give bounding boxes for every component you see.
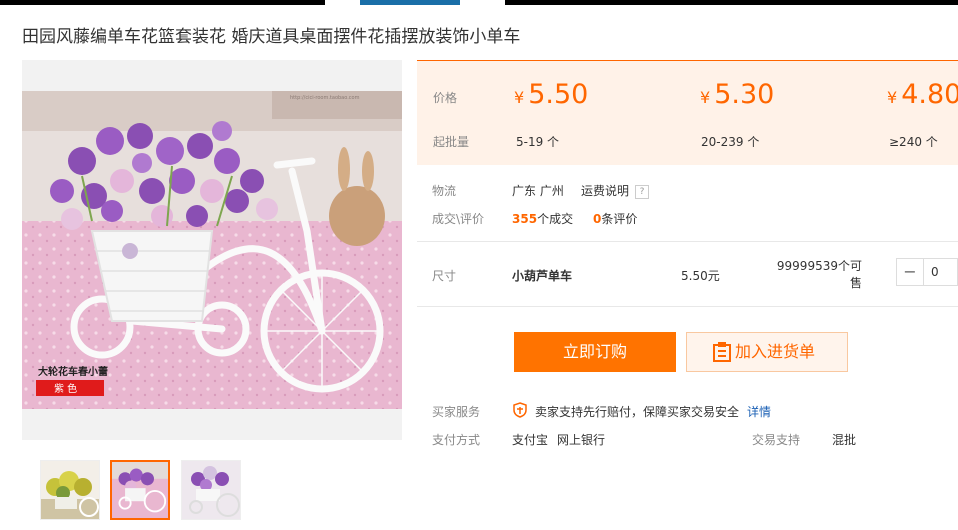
thumbnail-2[interactable] bbox=[110, 460, 170, 520]
quantity-stepper[interactable]: − 0 bbox=[896, 258, 958, 286]
thumbnail-yellow-flower-image bbox=[41, 461, 99, 519]
price-tier-3: ¥4.80 bbox=[887, 79, 958, 110]
decrease-button[interactable]: − bbox=[897, 259, 924, 285]
thumbnail-purple-flower-image bbox=[112, 462, 168, 518]
divider bbox=[417, 241, 958, 242]
trade-support-value: 混批 bbox=[832, 433, 857, 447]
price-tier-2: ¥5.30 bbox=[700, 79, 774, 110]
product-title: 田园风藤编单车花篮套装花 婚庆道具桌面摆件花插摆放装饰小单车 bbox=[22, 27, 521, 47]
image-caption-line1: 大轮花车春小蕾 bbox=[38, 365, 108, 378]
price-label: 价格 bbox=[433, 91, 458, 105]
thumbnail-purple-white-flower-image bbox=[182, 461, 240, 519]
sku-price: 5.50元 bbox=[681, 269, 720, 283]
image-caption-line2: 紫 色 bbox=[54, 382, 77, 395]
logistics-location: 广东 广州 bbox=[512, 184, 564, 198]
thumbnail-1[interactable] bbox=[40, 460, 100, 520]
price-value: 5.30 bbox=[714, 79, 775, 110]
flower-bicycle-photo: 大轮花车春小蕾 紫 色 http://cici-room.taobao.com bbox=[22, 91, 402, 409]
quantity-input[interactable]: 0 bbox=[931, 259, 939, 285]
payment-label: 支付方式 bbox=[432, 433, 481, 447]
main-product-image[interactable]: 大轮花车春小蕾 紫 色 http://cici-room.taobao.com bbox=[22, 60, 402, 440]
add-to-cart-label: 加入进货单 bbox=[735, 342, 816, 361]
top-nav-strip bbox=[0, 0, 958, 5]
deal-count: 355个成交 bbox=[512, 210, 573, 227]
price-value: 4.80 bbox=[901, 79, 958, 110]
deal-count-suffix: 个成交 bbox=[537, 212, 574, 226]
shipping-info[interactable]: 运费说明? bbox=[581, 182, 650, 199]
shield-icon bbox=[513, 402, 527, 418]
qty-range-tier-2: 20-239 个 bbox=[701, 135, 760, 149]
sku-stock: 99999539个可售 bbox=[776, 259, 862, 290]
payment-method-alipay: 支付宝 bbox=[512, 433, 549, 447]
trade-support-label: 交易支持 bbox=[752, 433, 801, 447]
deals-label: 成交\评价 bbox=[432, 212, 485, 226]
top-nav-tab-active[interactable] bbox=[360, 0, 460, 5]
clipboard-icon bbox=[713, 342, 731, 362]
order-now-button[interactable]: 立即订购 bbox=[514, 332, 676, 372]
price-tier-1: ¥5.50 bbox=[514, 79, 588, 110]
image-watermark: http://cici-room.taobao.com bbox=[290, 95, 360, 101]
currency-symbol: ¥ bbox=[700, 88, 711, 107]
payment-method-online-bank: 网上银行 bbox=[557, 433, 606, 447]
price-value: 5.50 bbox=[528, 79, 589, 110]
size-label: 尺寸 bbox=[432, 269, 457, 283]
qty-range-tier-1: 5-19 个 bbox=[516, 135, 560, 149]
currency-symbol: ¥ bbox=[514, 88, 525, 107]
currency-symbol: ¥ bbox=[887, 88, 898, 107]
sku-name: 小葫芦单车 bbox=[512, 269, 573, 283]
top-nav-bar-left bbox=[0, 0, 325, 5]
buyer-protection-text: 卖家支持先行赔付，保障买家交易安全 bbox=[535, 405, 740, 419]
buyer-services-label: 买家服务 bbox=[432, 405, 481, 419]
logistics-label: 物流 bbox=[432, 184, 457, 198]
shipping-info-link[interactable]: 运费说明 bbox=[581, 184, 629, 198]
help-icon[interactable]: ? bbox=[635, 184, 650, 199]
details-link[interactable]: 详情 bbox=[747, 403, 771, 420]
review-count[interactable]: 0条评价 bbox=[593, 210, 637, 227]
review-count-suffix: 条评价 bbox=[601, 212, 638, 226]
top-nav-bar-right bbox=[505, 0, 958, 5]
qty-range-tier-3: ≥240 个 bbox=[889, 135, 938, 149]
deal-count-number: 355 bbox=[512, 212, 538, 226]
divider bbox=[417, 306, 958, 307]
add-to-cart-button[interactable]: 加入进货单 bbox=[686, 332, 848, 372]
min-qty-label: 起批量 bbox=[433, 135, 470, 149]
price-panel: 价格 起批量 ¥5.50 ¥5.30 ¥4.80 5-19 个 20-239 个… bbox=[417, 60, 958, 165]
thumbnail-3[interactable] bbox=[181, 460, 241, 520]
